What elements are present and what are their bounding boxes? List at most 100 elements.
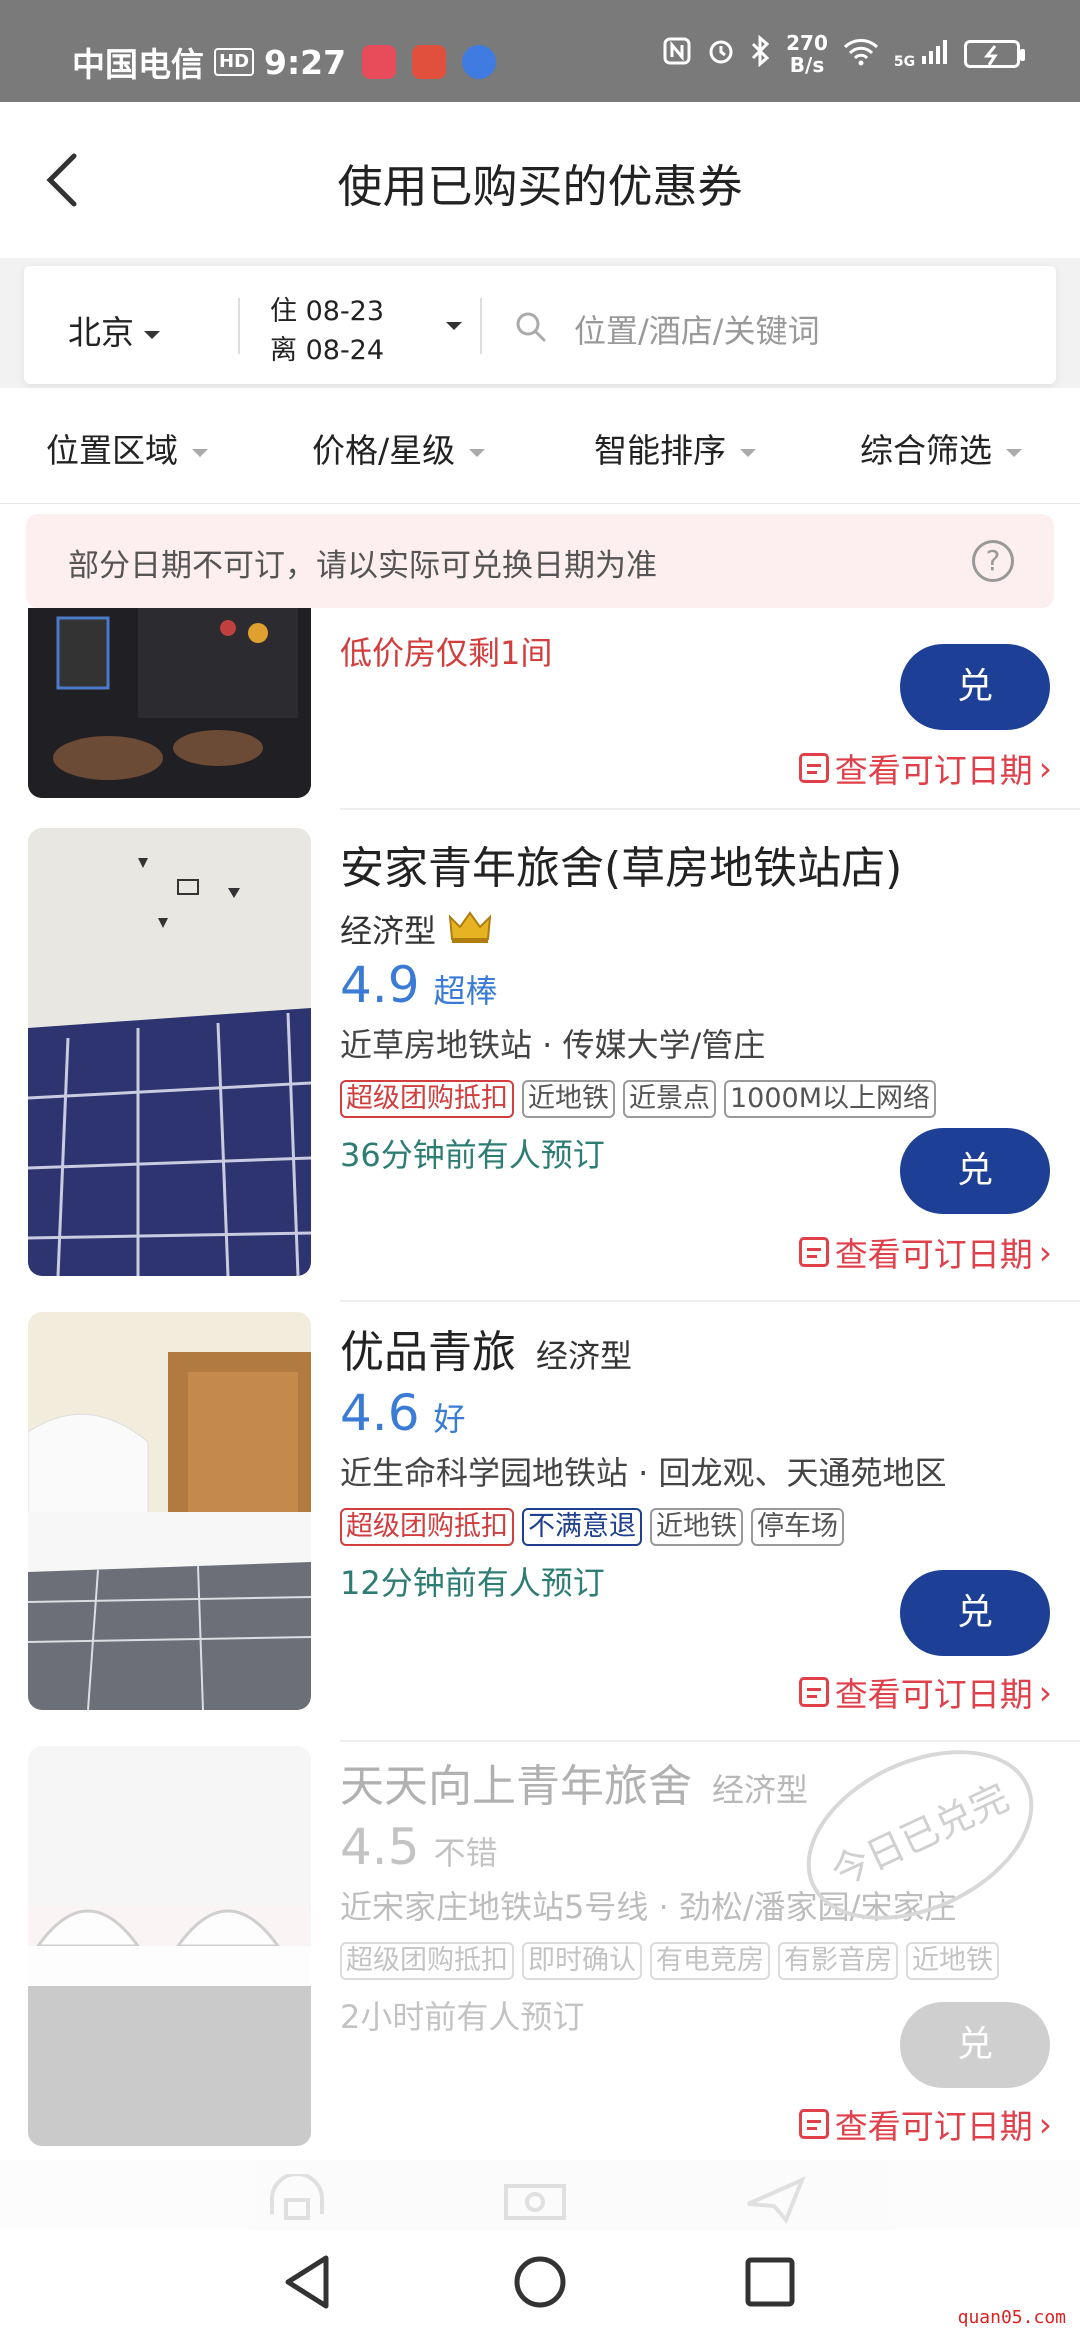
caret-down-icon <box>192 448 208 457</box>
redeem-button-disabled: 兑 <box>900 2002 1050 2088</box>
nav-home-button[interactable] <box>512 2254 568 2314</box>
checkin-date: 住 08-23 <box>270 296 385 327</box>
hotel-list[interactable]: 低价房仅剩1间 兑 查看可订日期 › 安家青年旅舍(草房地铁站店) 经济型 4.… <box>0 608 1080 2198</box>
filter-label: 价格/星级 <box>312 431 456 470</box>
search-icon <box>514 310 548 344</box>
tag: 即时确认 <box>522 1942 642 1980</box>
tag-list: 超级团购抵扣 即时确认 有电竞房 有影音房 近地铁 <box>340 1942 1060 1980</box>
hotel-name: 安家青年旅舍(草房地铁站店) <box>340 843 903 894</box>
page-title: 使用已购买的优惠券 <box>337 160 743 213</box>
tag: 有影音房 <box>778 1942 898 1980</box>
tag: 不满意退 <box>522 1508 642 1546</box>
send-icon[interactable] <box>740 2174 810 2224</box>
chevron-right-icon: › <box>1038 1672 1052 1712</box>
date-selector[interactable]: 住 08-23 离 08-24 <box>270 292 384 370</box>
hotel-photo <box>28 608 311 798</box>
divider <box>340 1300 1080 1302</box>
filter-location[interactable]: 位置区域 <box>46 424 208 472</box>
caret-down-icon <box>740 448 756 457</box>
hotel-photo <box>28 828 311 1276</box>
help-icon[interactable]: ? <box>972 540 1014 582</box>
browser-notification-icon <box>462 45 497 79</box>
view-dates-link[interactable]: 查看可订日期 › <box>798 1668 1052 1716</box>
filter-label: 位置区域 <box>46 431 178 470</box>
hotel-name: 优品青旅 <box>340 1327 516 1378</box>
tag: 超级团购抵扣 <box>340 1080 514 1118</box>
tag: 超级团购抵扣 <box>340 1942 514 1980</box>
search-input[interactable]: 位置/酒店/关键词 <box>574 306 820 352</box>
tag: 近地铁 <box>650 1508 743 1546</box>
money-icon[interactable] <box>500 2174 570 2224</box>
view-dates-link[interactable]: 查看可订日期 › <box>798 1228 1052 1276</box>
rating-score: 4.5 <box>340 1818 420 1876</box>
view-dates-link[interactable]: 查看可订日期 › <box>798 2100 1052 2148</box>
divider <box>238 298 240 354</box>
tag-list: 超级团购抵扣 近地铁 近景点 1000M以上网络 <box>340 1080 1060 1118</box>
rating-word: 超棒 <box>433 972 498 1010</box>
clock: 9:27 <box>264 42 347 82</box>
hotel-location: 近生命科学园地铁站 · 回龙观、天通苑地区 <box>340 1454 947 1492</box>
hotel-item-partial[interactable]: 低价房仅剩1间 兑 查看可订日期 › <box>0 608 1080 810</box>
calendar-icon <box>798 753 829 783</box>
calendar-icon <box>798 1677 829 1707</box>
filter-all[interactable]: 综合筛选 <box>860 424 1022 472</box>
view-dates-label: 查看可订日期 <box>834 2107 1033 2146</box>
caret-down-icon <box>469 448 486 457</box>
tag: 超级团购抵扣 <box>340 1508 514 1546</box>
tag: 近景点 <box>623 1080 716 1118</box>
nav-back-button[interactable] <box>280 2252 336 2316</box>
filter-price-star[interactable]: 价格/星级 <box>312 424 486 472</box>
status-right: 270 B/s 5G <box>662 31 1025 76</box>
rating-row: 4.6 好 <box>340 1384 1060 1442</box>
network-type: 5G <box>893 54 916 70</box>
calendar-icon <box>798 1237 829 1267</box>
divider <box>340 1740 1080 1742</box>
hotel-meta: 经济型 <box>340 906 1060 952</box>
tag: 近地铁 <box>522 1080 615 1118</box>
chevron-right-icon: › <box>1038 2104 1052 2144</box>
redeem-button[interactable]: 兑 <box>900 1570 1050 1656</box>
system-nav-bar: quan05.com <box>0 2230 1080 2340</box>
circle-home-icon <box>514 2256 566 2308</box>
tag: 停车场 <box>751 1508 844 1546</box>
caret-down-icon <box>144 330 160 339</box>
nav-recents-button[interactable] <box>744 2256 796 2312</box>
page-header: 使用已购买的优惠券 <box>0 102 1080 258</box>
redeem-button[interactable]: 兑 <box>900 644 1050 730</box>
search-area: 北京 住 08-23 离 08-24 位置/酒店/关键词 <box>0 258 1080 388</box>
speed-value: 270 <box>786 31 828 55</box>
hotel-info: 安家青年旅舍(草房地铁站店) 经济型 4.9 超棒 近草房地铁站 · 传媒大学/管… <box>340 832 1060 1176</box>
chevron-right-icon: › <box>1038 1232 1052 1272</box>
rating-score: 4.9 <box>340 956 420 1014</box>
hotel-info: 优品青旅 经济型 4.6 好 近生命科学园地铁站 · 回龙观、天通苑地区 超级团购抵… <box>340 1316 1060 1604</box>
caret-down-icon <box>1006 448 1022 457</box>
filter-label: 综合筛选 <box>860 431 992 470</box>
filter-sort[interactable]: 智能排序 <box>594 424 756 472</box>
notice-text: 部分日期不可订，请以实际可兑换日期为准 <box>68 548 657 584</box>
view-dates-link[interactable]: 查看可订日期 › <box>798 744 1052 792</box>
redeem-button[interactable]: 兑 <box>900 1128 1050 1214</box>
hotel-title-row: 优品青旅 经济型 <box>340 1316 1060 1380</box>
hotel-star-type: 经济型 <box>712 1771 809 1809</box>
divider <box>340 808 1080 810</box>
chevron-right-icon: › <box>1038 748 1052 788</box>
availability-notice: 部分日期不可订，请以实际可兑换日期为准 ? <box>26 514 1054 608</box>
hotel-item[interactable]: 安家青年旅舍(草房地铁站店) 经济型 4.9 超棒 近草房地铁站 · 传媒大学/管… <box>0 828 1080 1302</box>
bluetooth-icon <box>750 34 772 74</box>
hotel-photo <box>28 1312 311 1710</box>
view-dates-label: 查看可订日期 <box>834 751 1033 790</box>
tag: 1000M以上网络 <box>724 1080 937 1118</box>
hotel-item[interactable]: 优品青旅 经济型 4.6 好 近生命科学园地铁站 · 回龙观、天通苑地区 超级团购抵… <box>0 1312 1080 1752</box>
tag-list: 超级团购抵扣 不满意退 近地铁 停车场 <box>340 1508 1060 1546</box>
crown-icon <box>448 909 492 949</box>
city-selector[interactable]: 北京 <box>68 306 160 354</box>
status-bar: 中国电信 HD 9:27 270 B/s 5G <box>0 0 1080 102</box>
view-dates-label: 查看可订日期 <box>834 1675 1033 1714</box>
checkout-date: 离 08-24 <box>270 335 385 366</box>
view-dates-label: 查看可订日期 <box>834 1235 1033 1274</box>
app-notification-icon <box>362 45 397 79</box>
service-icon[interactable] <box>262 2172 332 2224</box>
hotel-star-type: 经济型 <box>536 1337 633 1375</box>
square-recents-icon <box>745 2257 795 2307</box>
calendar-icon <box>798 2109 829 2139</box>
